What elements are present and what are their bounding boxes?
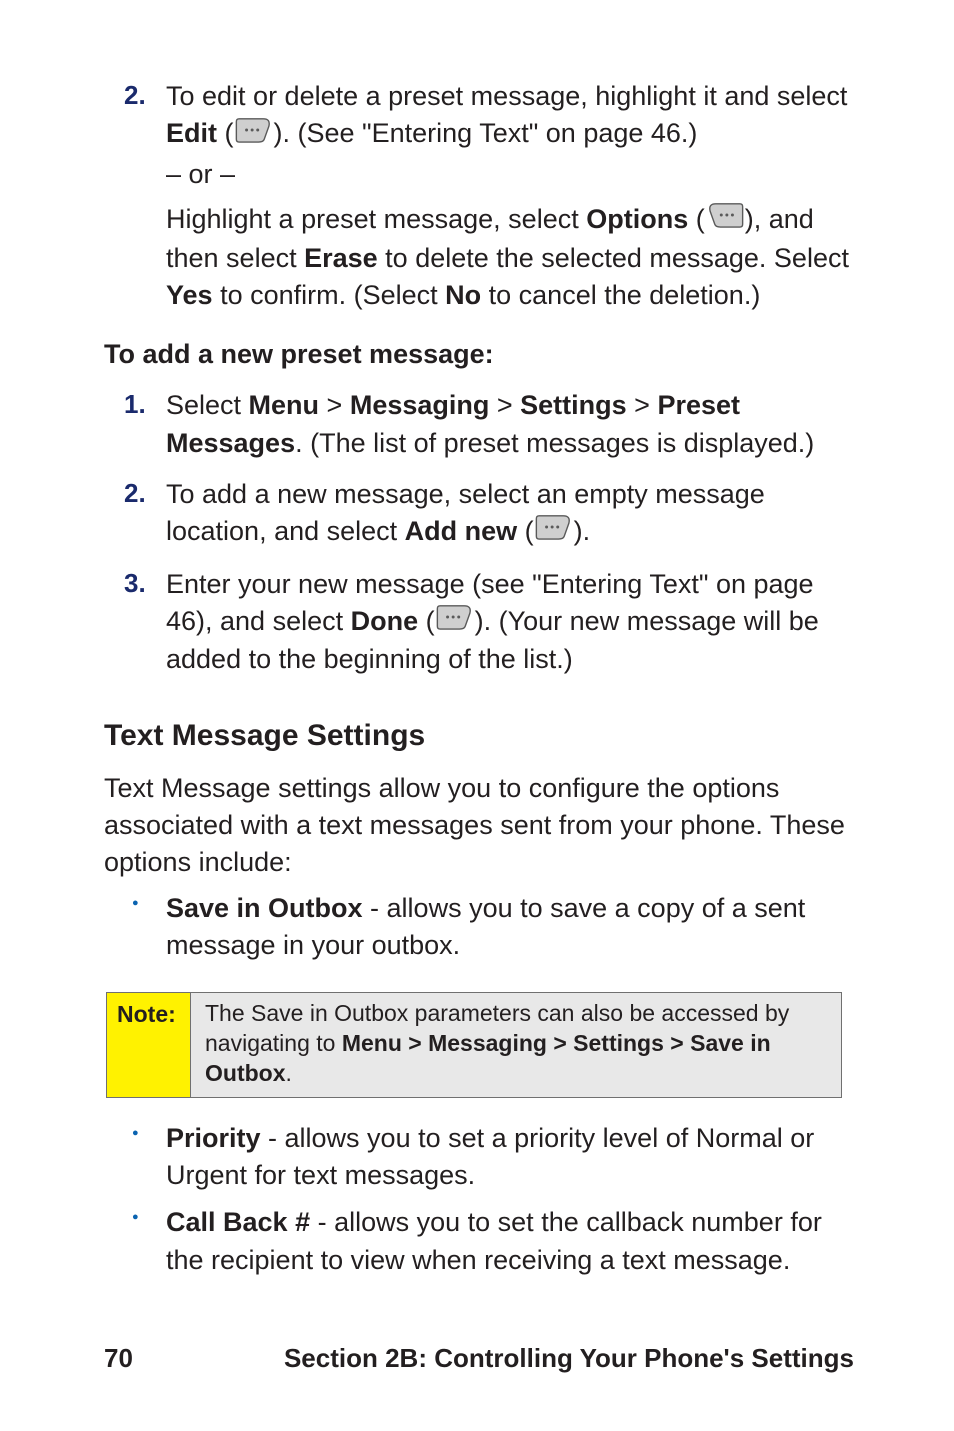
text-message-settings-heading: Text Message Settings: [104, 715, 854, 756]
step-text: To add a new message, select an empty me…: [166, 479, 765, 546]
settings-list-2: Priority - allows you to set a priority …: [166, 1120, 854, 1289]
page-number: 70: [104, 1341, 133, 1377]
step-text: Enter your new message (see "Entering Te…: [166, 569, 819, 675]
step-text-alt: Highlight a preset message, select Optio…: [166, 204, 849, 310]
step-number: 1.: [124, 387, 146, 423]
option-label: Call Back #: [166, 1207, 310, 1237]
step-1: 1. Select Menu > Messaging > Settings > …: [166, 387, 854, 462]
step-2: 2. To add a new message, select an empty…: [166, 476, 854, 552]
or-separator: – or –: [166, 156, 854, 193]
step-number: 2.: [124, 78, 146, 114]
step-number: 2.: [124, 476, 146, 512]
step-number: 3.: [124, 566, 146, 602]
left-softkey-icon: [535, 513, 573, 550]
option-label: Priority: [166, 1123, 261, 1153]
add-preset-steps: 1. Select Menu > Messaging > Settings > …: [104, 387, 854, 692]
list-item: Call Back # - allows you to set the call…: [166, 1204, 854, 1279]
section-label: Section 2B: Controlling Your Phone's Set…: [284, 1341, 854, 1377]
text-message-settings-intro: Text Message settings allow you to confi…: [104, 770, 854, 882]
left-softkey-icon: [235, 116, 273, 153]
note-label: Note:: [107, 993, 191, 1098]
note-box: Note: The Save in Outbox parameters can …: [106, 992, 842, 1098]
step-text: To edit or delete a preset message, high…: [166, 81, 847, 148]
option-label: Save in Outbox: [166, 893, 363, 923]
page-footer: 70 Section 2B: Controlling Your Phone's …: [104, 1341, 854, 1377]
option-desc: - allows you to set a priority level of …: [166, 1123, 814, 1190]
list-item: Priority - allows you to set a priority …: [166, 1120, 854, 1195]
settings-list-1: Save in Outbox - allows you to save a co…: [166, 890, 854, 975]
edit-delete-steps: 2. To edit or delete a preset message, h…: [104, 78, 854, 318]
left-softkey-icon: [436, 603, 474, 640]
step-2: 2. To edit or delete a preset message, h…: [166, 78, 854, 314]
step-text: Select Menu > Messaging > Settings > Pre…: [166, 390, 814, 457]
step-3: 3. Enter your new message (see "Entering…: [166, 566, 854, 679]
list-item: Save in Outbox - allows you to save a co…: [166, 890, 854, 965]
add-preset-heading: To add a new preset message:: [104, 336, 854, 373]
note-body: The Save in Outbox parameters can also b…: [191, 993, 842, 1098]
right-softkey-icon: [706, 201, 744, 238]
